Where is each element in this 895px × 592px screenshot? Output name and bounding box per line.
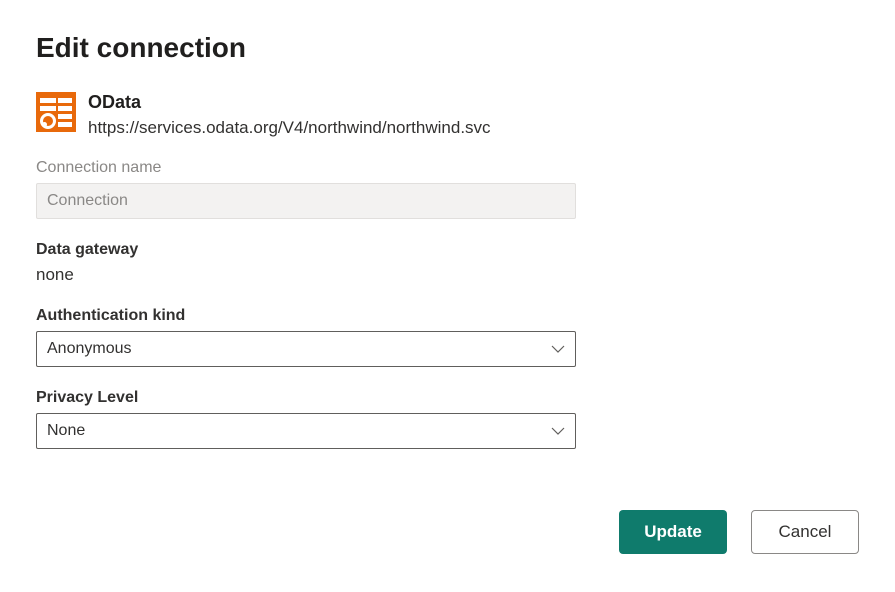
connector-name: OData [88, 92, 491, 114]
chevron-down-icon [551, 342, 565, 356]
authentication-kind-label: Authentication kind [36, 307, 859, 325]
authentication-kind-field: Authentication kind Anonymous [36, 307, 859, 367]
update-button[interactable]: Update [619, 510, 727, 554]
authentication-kind-value: Anonymous [47, 340, 132, 358]
connector-url: https://services.odata.org/V4/northwind/… [88, 116, 491, 140]
privacy-level-label: Privacy Level [36, 389, 859, 407]
connection-name-input[interactable] [36, 183, 576, 219]
odata-icon [36, 92, 76, 132]
connection-name-label: Connection name [36, 159, 859, 177]
data-gateway-label: Data gateway [36, 241, 859, 259]
connection-name-field: Connection name [36, 159, 859, 219]
dialog-actions: Update Cancel [619, 510, 859, 554]
privacy-level-field: Privacy Level None [36, 389, 859, 449]
privacy-level-value: None [47, 422, 85, 440]
data-gateway-value: none [36, 265, 859, 285]
cancel-button[interactable]: Cancel [751, 510, 859, 554]
data-gateway-field: Data gateway none [36, 241, 859, 285]
connector-header: OData https://services.odata.org/V4/nort… [36, 92, 859, 139]
privacy-level-dropdown[interactable]: None [36, 413, 576, 449]
page-title: Edit connection [36, 32, 859, 64]
authentication-kind-dropdown[interactable]: Anonymous [36, 331, 576, 367]
chevron-down-icon [551, 424, 565, 438]
